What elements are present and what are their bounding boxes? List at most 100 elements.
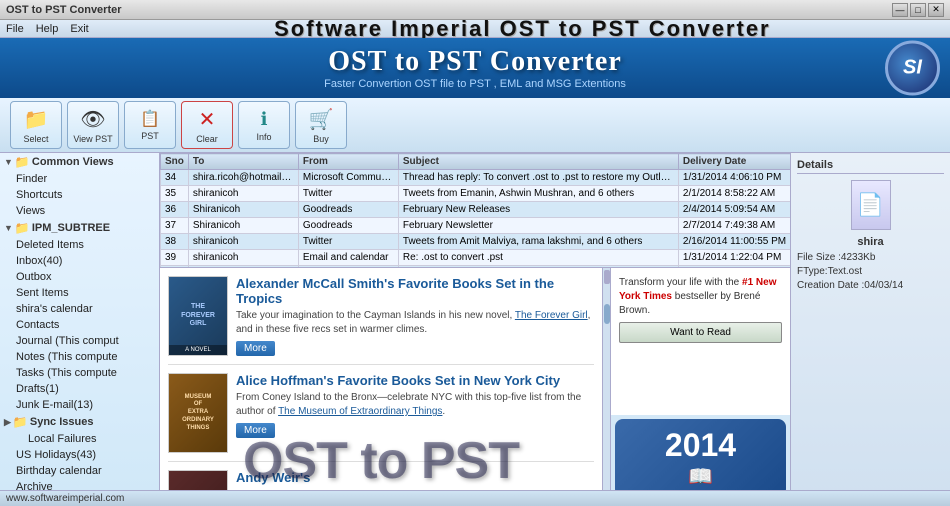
email-table-container: Sno To From Subject Delivery Date 34 shi… [160,153,790,268]
year-number: 2014 [623,427,778,464]
book-entry-2: MUSEUMOFEXTRAORDINARYTHINGS Alice Hoffma… [168,373,594,462]
file-menu[interactable]: File [6,23,24,35]
preview-content: THEFOREVERGIRL A NOVEL Alexander McCall … [160,268,602,501]
col-to[interactable]: To [188,154,298,170]
pst-icon: 📋 [140,109,160,129]
book-cover-2: MUSEUMOFEXTRAORDINARYTHINGS [168,373,228,453]
sidebar-item-local-failures[interactable]: Local Failures [24,431,159,447]
book-desc-1: Take your imagination to the Cayman Isla… [236,309,594,337]
common-views-icon: 📁 [15,155,30,169]
more-button-2[interactable]: More [236,423,275,438]
col-date[interactable]: Delivery Date [678,154,790,170]
sidebar-item-sent[interactable]: Sent Items [12,285,159,301]
file-icon: 📄 [851,180,891,230]
banner-title: Software Imperial OST to PST Converter [274,16,771,41]
app-subtitle: Faster Convertion OST file to PST , EML … [10,78,940,90]
clear-button[interactable]: ✕ Clear [181,101,233,149]
preview-scrollbar[interactable] [602,268,610,501]
right-ad: Transform your life with the #1 New York… [611,268,790,415]
book-desc-2: From Coney Island to the Bronx—celebrate… [236,391,594,419]
table-row[interactable]: 34 shira.ricoh@hotmail.com Microsoft Com… [161,170,791,186]
sync-folder-icon: 📁 [13,415,28,429]
app-logo: SI [885,41,940,96]
sidebar-item-drafts[interactable]: Drafts(1) [12,381,159,397]
file-size: File Size :4233Kb [797,252,944,263]
details-panel: Details 📄 shira File Size :4233Kb FType:… [790,153,950,501]
book-entry-1: THEFOREVERGIRL A NOVEL Alexander McCall … [168,276,594,365]
table-row[interactable]: 38 shiranicoh Twitter Tweets from Amit M… [161,234,791,250]
content-area: Sno To From Subject Delivery Date 34 shi… [160,153,790,501]
file-name: shira [797,236,944,248]
ipm-folder-icon: 📁 [15,221,30,235]
col-from[interactable]: From [298,154,398,170]
book-link-1[interactable]: The Forever Girl [515,310,588,321]
app-header: OST to PST Converter Faster Convertion O… [0,38,950,98]
col-subject[interactable]: Subject [398,154,678,170]
sidebar-item-birthday[interactable]: Birthday calendar [12,463,159,479]
sidebar-item-notes[interactable]: Notes (This compute [12,349,159,365]
details-title: Details [797,159,944,174]
scroll-thumb[interactable] [604,304,610,324]
sidebar-section-sync[interactable]: ▶ 📁 Sync Issues [0,413,159,431]
preview-main: THEFOREVERGIRL A NOVEL Alexander McCall … [160,268,602,501]
toolbar: 📁 Select 👁 View PST 📋 PST ✕ Clear ℹ Info… [0,98,950,153]
help-menu[interactable]: Help [36,23,59,35]
select-button[interactable]: 📁 Select [10,101,62,149]
table-row[interactable]: 36 Shiranicoh Goodreads February New Rel… [161,202,791,218]
table-row[interactable]: 39 shiranicoh Email and calendar Re: .os… [161,250,791,266]
info-button[interactable]: ℹ Info [238,101,290,149]
book-title-1: Alexander McCall Smith's Favorite Books … [236,276,594,306]
table-row[interactable]: 35 shiranicoh Twitter Tweets from Emanin… [161,186,791,202]
sidebar-item-outbox[interactable]: Outbox [12,269,159,285]
book-link-2[interactable]: The Museum of Extraordinary Things [278,406,442,417]
sidebar-item-tasks[interactable]: Tasks (This compute [12,365,159,381]
sidebar-item-calendar[interactable]: shira's calendar [12,301,159,317]
main-layout: ▼ 📁 Common Views Finder Shortcuts Views … [0,153,950,501]
sidebar-section-common-views[interactable]: ▼ 📁 Common Views [0,153,159,171]
year-book: 2014 📖 [615,419,786,497]
email-table: Sno To From Subject Delivery Date 34 shi… [160,153,790,268]
sidebar-item-inbox[interactable]: Inbox(40) [12,253,159,269]
sidebar-item-finder[interactable]: Finder [12,171,159,187]
sidebar: ▼ 📁 Common Views Finder Shortcuts Views … [0,153,160,501]
buy-icon: 🛒 [309,107,334,132]
book-icon: 📖 [623,464,778,489]
book-cover-1: THEFOREVERGIRL A NOVEL [168,276,228,356]
logo-area: SI [885,41,940,96]
table-row[interactable]: 37 Shiranicoh Goodreads February Newslet… [161,218,791,234]
more-button-1[interactable]: More [236,341,275,356]
sidebar-item-shortcuts[interactable]: Shortcuts [12,187,159,203]
pst-button[interactable]: 📋 PST [124,101,176,149]
window-title: OST to PST Converter [6,4,122,16]
book-info-1: Alexander McCall Smith's Favorite Books … [236,276,594,356]
sidebar-item-journal[interactable]: Journal (This comput [12,333,159,349]
clear-icon: ✕ [199,107,216,132]
view-pst-icon: 👁 [80,107,105,132]
info-icon: ℹ [261,109,268,130]
ad-text: Transform your life with the #1 New York… [619,276,782,318]
book-title-3: Andy Weir's [236,470,594,485]
window-controls[interactable]: — □ ✕ [892,3,944,17]
book-info-2: Alice Hoffman's Favorite Books Set in Ne… [236,373,594,453]
exit-menu[interactable]: Exit [70,23,88,35]
sidebar-item-views[interactable]: Views [12,203,159,219]
menu-bar: File Help Exit Software Imperial OST to … [0,20,950,38]
sidebar-item-us-holidays[interactable]: US Holidays(43) [12,447,159,463]
book-title-2: Alice Hoffman's Favorite Books Set in Ne… [236,373,594,388]
sidebar-item-deleted[interactable]: Deleted Items [12,237,159,253]
maximize-button[interactable]: □ [910,3,926,17]
status-url: www.softwareimperial.com [6,493,124,504]
buy-button[interactable]: 🛒 Buy [295,101,347,149]
close-button[interactable]: ✕ [928,3,944,17]
view-pst-button[interactable]: 👁 View PST [67,101,119,149]
sidebar-item-junk[interactable]: Junk E-mail(13) [12,397,159,413]
sidebar-item-contacts[interactable]: Contacts [12,317,159,333]
minimize-button[interactable]: — [892,3,908,17]
expand-ipm-icon: ▼ [4,223,13,233]
expand-icon: ▼ [4,157,13,167]
file-type: FType:Text.ost [797,266,944,277]
want-read-button[interactable]: Want to Read [619,322,782,343]
col-sno[interactable]: Sno [161,154,189,170]
sidebar-section-ipm[interactable]: ▼ 📁 IPM_SUBTREE [0,219,159,237]
expand-sync-icon: ▶ [4,417,11,428]
